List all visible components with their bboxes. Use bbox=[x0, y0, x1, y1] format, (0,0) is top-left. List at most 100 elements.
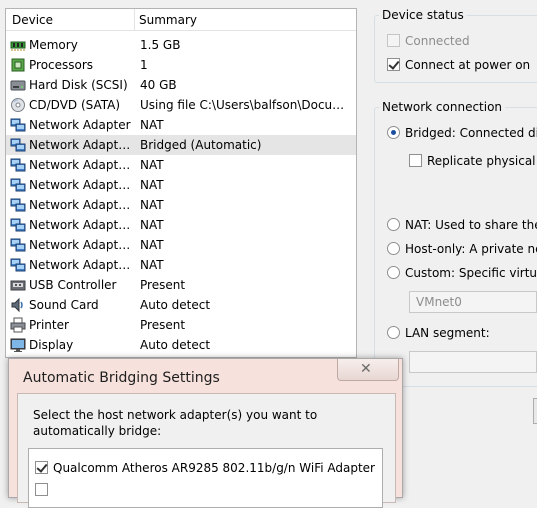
sound-card-icon bbox=[10, 297, 26, 313]
device-summary: Using file C:\Users\balfson\Docum... bbox=[140, 98, 354, 112]
replicate-option[interactable]: Replicate physical n bbox=[409, 154, 537, 168]
replicate-label: Replicate physical n bbox=[427, 154, 537, 168]
dialog-body: Select the host network adapter(s) you w… bbox=[17, 393, 396, 508]
device-name: Network Adapter bbox=[29, 118, 131, 132]
usb-icon bbox=[10, 277, 26, 293]
vmnet-select[interactable]: VMnet0 bbox=[409, 291, 537, 313]
device-name: Network Adapte... bbox=[29, 218, 133, 232]
device-row[interactable]: Network Adapte... NAT bbox=[6, 215, 356, 235]
device-row[interactable]: Processors 1 bbox=[6, 55, 356, 75]
device-summary: 40 GB bbox=[140, 78, 177, 92]
host-only-label: Host-only: A private ne bbox=[405, 242, 537, 256]
device-name: USB Controller bbox=[29, 278, 117, 292]
device-list[interactable]: Device Summary Memory 1.5 GB Processors 1 Ha… bbox=[5, 8, 357, 358]
replicate-checkbox[interactable] bbox=[409, 154, 422, 167]
device-name: Processors bbox=[29, 58, 94, 72]
bridged-label: Bridged: Connected dir bbox=[405, 126, 537, 140]
connected-checkbox[interactable] bbox=[387, 34, 400, 47]
device-summary: Present bbox=[140, 318, 186, 332]
device-row[interactable]: Display Auto detect bbox=[6, 335, 356, 355]
network-adapter-icon bbox=[10, 117, 26, 133]
device-name: Printer bbox=[29, 318, 69, 332]
device-row[interactable]: USB Controller Present bbox=[6, 275, 356, 295]
custom-radio[interactable] bbox=[387, 266, 400, 279]
device-summary: NAT bbox=[140, 158, 164, 172]
lan-segment-option[interactable]: LAN segment: bbox=[387, 326, 490, 340]
device-row[interactable]: Printer Present bbox=[6, 315, 356, 335]
device-name: Network Adapte... bbox=[29, 138, 133, 152]
connect-at-power-on-checkbox[interactable] bbox=[387, 58, 400, 71]
device-row[interactable]: Memory 1.5 GB bbox=[6, 35, 356, 55]
network-connection-title: Network connection bbox=[379, 100, 506, 114]
lan-segment-select[interactable] bbox=[409, 351, 537, 373]
device-summary: 1 bbox=[140, 58, 148, 72]
connected-option: Connected bbox=[387, 34, 470, 48]
device-summary: Bridged (Automatic) bbox=[140, 138, 262, 152]
nat-option[interactable]: NAT: Used to share the bbox=[387, 218, 537, 232]
network-adapter-icon bbox=[10, 157, 26, 173]
bridged-radio[interactable] bbox=[387, 126, 400, 139]
device-name: CD/DVD (SATA) bbox=[29, 98, 121, 112]
device-name: Network Adapte... bbox=[29, 178, 133, 192]
device-name: Network Adapte... bbox=[29, 158, 133, 172]
adapter-label: Qualcomm Atheros AR9285 802.11b/g/n WiFi… bbox=[53, 461, 375, 475]
hard-disk-icon bbox=[10, 77, 26, 93]
close-icon: ✕ bbox=[360, 361, 372, 377]
device-row[interactable]: Network Adapte... NAT bbox=[6, 195, 356, 215]
network-adapter-icon bbox=[10, 177, 26, 193]
adapter-checkbox[interactable] bbox=[35, 461, 48, 474]
bridged-option[interactable]: Bridged: Connected dir bbox=[387, 126, 537, 140]
host-only-radio[interactable] bbox=[387, 242, 400, 255]
device-row[interactable]: Network Adapte... Bridged (Automatic) bbox=[6, 135, 356, 155]
automatic-bridging-dialog: Automatic Bridging Settings ✕ Select the… bbox=[8, 358, 403, 508]
adapter-list[interactable]: Qualcomm Atheros AR9285 802.11b/g/n WiFi… bbox=[28, 448, 383, 508]
column-separator[interactable] bbox=[134, 9, 135, 31]
device-summary: Auto detect bbox=[140, 298, 211, 312]
cd-dvd-icon bbox=[10, 97, 26, 113]
device-summary: Auto detect bbox=[140, 338, 211, 352]
network-adapter-icon bbox=[10, 137, 26, 153]
device-name: Display bbox=[29, 338, 74, 352]
lan-segment-label: LAN segment: bbox=[405, 326, 490, 340]
connect-at-power-on-option[interactable]: Connect at power on bbox=[387, 58, 530, 72]
device-summary: NAT bbox=[140, 258, 164, 272]
network-adapter-icon bbox=[10, 217, 26, 233]
adapter-item[interactable] bbox=[35, 483, 53, 497]
display-icon bbox=[10, 337, 26, 353]
device-row[interactable]: Network Adapter NAT bbox=[6, 115, 356, 135]
host-only-option[interactable]: Host-only: A private ne bbox=[387, 242, 537, 256]
device-status-title: Device status bbox=[379, 8, 467, 22]
memory-icon bbox=[10, 37, 26, 53]
device-row[interactable]: Network Adapte... NAT bbox=[6, 255, 356, 275]
nat-radio[interactable] bbox=[387, 218, 400, 231]
device-summary: Present bbox=[140, 278, 186, 292]
close-button[interactable]: ✕ bbox=[337, 359, 399, 381]
device-list-header: Device Summary bbox=[6, 9, 356, 31]
device-row[interactable]: Network Adapte... NAT bbox=[6, 175, 356, 195]
device-row[interactable]: Network Adapte... NAT bbox=[6, 235, 356, 255]
vmnet-select-value: VMnet0 bbox=[416, 295, 462, 309]
adapter-item[interactable]: Qualcomm Atheros AR9285 802.11b/g/n WiFi… bbox=[35, 461, 375, 475]
device-row[interactable]: CD/DVD (SATA) Using file C:\Users\balfson… bbox=[6, 95, 356, 115]
device-row[interactable]: Network Adapte... NAT bbox=[6, 155, 356, 175]
column-header-device[interactable]: Device bbox=[12, 13, 53, 27]
custom-option[interactable]: Custom: Specific virtua bbox=[387, 266, 537, 280]
custom-label: Custom: Specific virtua bbox=[405, 266, 537, 280]
connect-at-power-on-label: Connect at power on bbox=[405, 58, 531, 72]
connected-label: Connected bbox=[405, 34, 470, 48]
device-summary: NAT bbox=[140, 218, 164, 232]
column-header-summary[interactable]: Summary bbox=[139, 13, 197, 27]
partial-button[interactable] bbox=[533, 398, 537, 424]
device-summary: 1.5 GB bbox=[140, 38, 181, 52]
device-row[interactable]: Sound Card Auto detect bbox=[6, 295, 356, 315]
lan-segment-radio[interactable] bbox=[387, 326, 400, 339]
device-name: Memory bbox=[29, 38, 78, 52]
device-summary: NAT bbox=[140, 238, 164, 252]
device-rows: Memory 1.5 GB Processors 1 Hard Disk (SCSI) 4… bbox=[6, 35, 356, 355]
device-status-group bbox=[374, 15, 537, 83]
device-name: Hard Disk (SCSI) bbox=[29, 78, 128, 92]
device-row[interactable]: Hard Disk (SCSI) 40 GB bbox=[6, 75, 356, 95]
device-name: Network Adapte... bbox=[29, 258, 133, 272]
network-adapter-icon bbox=[10, 237, 26, 253]
network-adapter-icon bbox=[10, 257, 26, 273]
